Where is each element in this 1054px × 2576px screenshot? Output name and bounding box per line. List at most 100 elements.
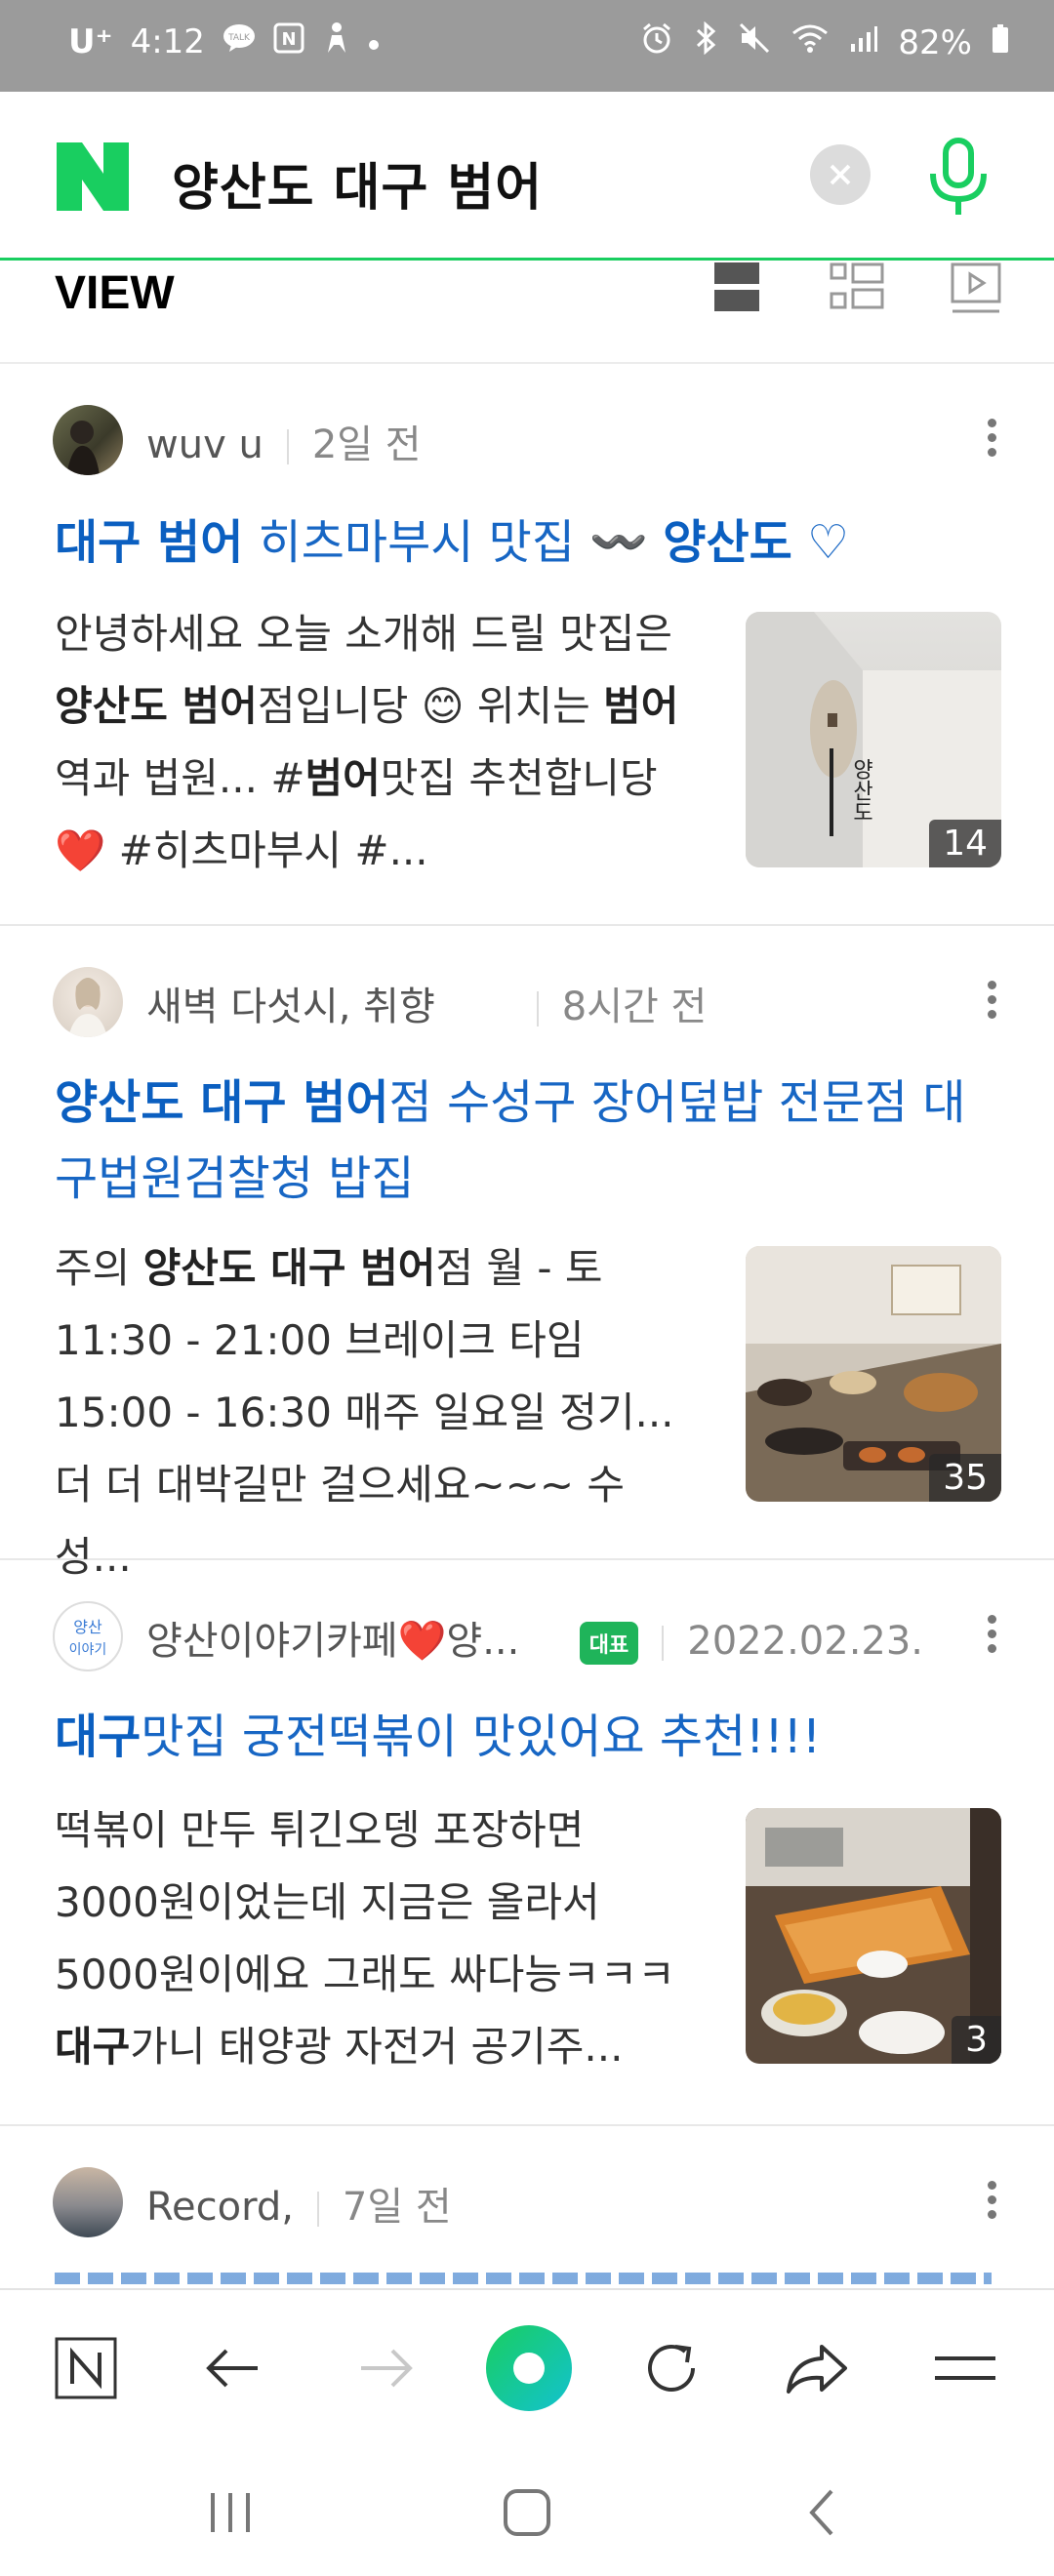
svg-text:이야기: 이야기 <box>69 1642 107 1658</box>
author-line[interactable]: 새벽 다섯시, 취향 8시간 전 <box>146 975 707 1031</box>
post-time: 7일 전 <box>342 2185 452 2230</box>
avatar: 양산이야기 <box>53 1601 123 1671</box>
highlight-text: 대구 <box>55 2023 131 2071</box>
author-line[interactable]: 양산이야기카페❤️양... 대표 2022.02.23. <box>146 1609 923 1666</box>
clock: 4:12 <box>130 22 205 61</box>
list-view-icon[interactable] <box>712 261 767 315</box>
divider <box>316 2192 319 2227</box>
naver-logo-icon[interactable] <box>57 142 129 211</box>
bluetooth-icon <box>693 20 718 63</box>
result-card[interactable]: 새벽 다섯시, 취향 8시간 전 양산도 대구 범어점 수성구 장어덮밥 전문점 … <box>0 926 1054 1581</box>
avatar <box>53 405 123 475</box>
battery-icon <box>992 23 1009 62</box>
signal-icon <box>849 23 878 62</box>
svg-text:양산: 양산 <box>73 1618 102 1636</box>
system-navigation <box>0 2444 1054 2576</box>
refresh-icon[interactable] <box>632 2329 710 2407</box>
post-time: 2022.02.23. <box>687 1619 924 1664</box>
talk-icon: TALK <box>223 23 256 60</box>
naver-notification-icon: N <box>273 22 304 61</box>
text-segment: 떡볶이 만두 튀긴오뎅 포장하면 3000원이었는데 지금은 올라서 5000원… <box>55 1806 675 1998</box>
text-segment: 역과 법원... # <box>55 754 305 802</box>
more-options-button[interactable] <box>986 2181 997 2225</box>
wifi-icon <box>790 21 830 63</box>
post-description[interactable]: 떡볶이 만두 튀긴오뎅 포장하면 3000원이었는데 지금은 올라서 5000원… <box>55 1794 699 2083</box>
highlight-text: 양산도 <box>663 515 792 570</box>
avatar <box>53 2167 123 2237</box>
close-icon <box>826 154 855 199</box>
text-segment: 점입니당 😊 위치는 <box>257 682 604 730</box>
text-segment: 안녕하세요 오늘 소개해 드릴 맛집은 <box>55 610 673 658</box>
back-arrow-icon[interactable] <box>197 2329 275 2407</box>
result-card[interactable]: Record, 7일 전 <box>0 2126 1054 2288</box>
voice-search-button[interactable] <box>923 137 993 219</box>
highlight-text: 대구 범어 <box>55 515 244 570</box>
more-options-button[interactable] <box>986 419 997 463</box>
cut-off-title <box>55 2273 992 2284</box>
video-view-icon[interactable] <box>951 261 1005 315</box>
representative-badge: 대표 <box>579 1622 639 1665</box>
search-input[interactable]: 양산도 대구 범어 <box>172 146 543 220</box>
author-line[interactable]: wuv u 2일 전 <box>146 413 422 469</box>
post-time: 8시간 전 <box>561 985 708 1029</box>
photo-count: 3 <box>952 2016 1001 2064</box>
naver-home-icon[interactable] <box>47 2329 125 2407</box>
svg-text:TALK: TALK <box>227 33 251 43</box>
dot-icon <box>367 25 381 60</box>
clear-search-button[interactable] <box>810 144 871 205</box>
author-name[interactable]: 양산이야기카페❤️양... <box>146 1619 519 1664</box>
highlight-text: 양산도 대구 범어 <box>55 1075 389 1130</box>
view-title: VIEW <box>55 267 175 319</box>
text-segment: 히츠마부시 맛집 〰️ <box>243 515 664 570</box>
person-icon <box>322 21 349 62</box>
post-thumbnail[interactable]: 양산도 14 <box>746 612 1001 867</box>
divider <box>286 429 289 464</box>
svg-text:N: N <box>281 29 296 50</box>
post-description[interactable]: 주의 양산도 대구 범어점 월 - 토 11:30 - 21:00 브레이크 타… <box>55 1232 699 1593</box>
menu-icon[interactable] <box>927 2329 1005 2407</box>
text-segment: 맛집 궁전떡볶이 맛있어요 추천!!!! <box>141 1710 822 1764</box>
status-right: 82% <box>640 20 1009 63</box>
highlight-text: 범어 <box>304 754 381 802</box>
view-header: VIEW <box>0 261 1054 364</box>
author-name[interactable]: 새벽 다섯시, 취향 <box>146 985 435 1029</box>
home-icon[interactable] <box>498 2483 556 2546</box>
more-options-button[interactable] <box>986 981 997 1025</box>
post-title[interactable]: 양산도 대구 범어점 수성구 장어덮밥 전문점 대구법원검찰청 밥집 <box>55 1065 1001 1217</box>
more-options-button[interactable] <box>986 1615 997 1659</box>
recent-apps-icon[interactable] <box>201 2483 260 2546</box>
browser-toolbar <box>0 2288 1054 2446</box>
microphone-icon <box>923 138 993 222</box>
post-title[interactable]: 대구 범어 히츠마부시 맛집 〰️ 양산도 ♡ <box>55 504 1001 581</box>
post-description[interactable]: 안녕하세요 오늘 소개해 드릴 맛집은 양산도 범어점입니당 😊 위치는 범어역… <box>55 598 699 887</box>
back-icon[interactable] <box>794 2483 853 2546</box>
post-title[interactable]: 대구맛집 궁전떡볶이 맛있어요 추천!!!! <box>55 1699 1001 1775</box>
status-bar: U⁺ 4:12 TALK N 82% <box>0 0 1054 92</box>
sign-text: 양산도 <box>849 758 873 823</box>
highlight-text: 대구 <box>55 1710 142 1764</box>
result-card[interactable]: wuv u 2일 전 대구 범어 히츠마부시 맛집 〰️ 양산도 ♡ 안녕하세요 … <box>0 364 1054 926</box>
carrier-label: U⁺ <box>68 22 113 61</box>
post-time: 2일 전 <box>311 423 422 467</box>
divider <box>662 1626 665 1661</box>
post-thumbnail[interactable]: 3 <box>746 1808 1001 2064</box>
result-card[interactable]: 양산 이야기 양산이야기카페❤️양... 대표 2022.02.23. 대구맛집 궁… <box>0 1560 1054 2126</box>
avatar <box>53 967 123 1037</box>
battery-percent: 82% <box>898 22 972 62</box>
alarm-icon <box>640 21 673 63</box>
photo-count: 35 <box>929 1454 1001 1502</box>
green-dot-icon[interactable] <box>480 2319 578 2417</box>
author-name[interactable]: Record, <box>146 2185 294 2230</box>
author-line[interactable]: Record, 7일 전 <box>146 2175 452 2232</box>
highlight-text: 양산도 범어 <box>55 682 258 730</box>
mute-icon <box>738 21 771 63</box>
post-thumbnail[interactable]: 35 <box>746 1246 1001 1502</box>
text-segment: 점 월 - 토 11:30 - 21:00 브레이크 타임 15:00 - 16… <box>55 1244 674 1581</box>
author-name[interactable]: wuv u <box>146 423 264 467</box>
text-segment: 주의 <box>55 1244 143 1292</box>
card-view-icon[interactable] <box>830 261 884 315</box>
status-left: U⁺ 4:12 TALK N <box>68 21 381 62</box>
text-segment: 가니 태양광 자전거 공기주... <box>130 2023 624 2071</box>
search-bar: 양산도 대구 범어 <box>0 92 1054 258</box>
share-icon[interactable] <box>779 2329 857 2407</box>
